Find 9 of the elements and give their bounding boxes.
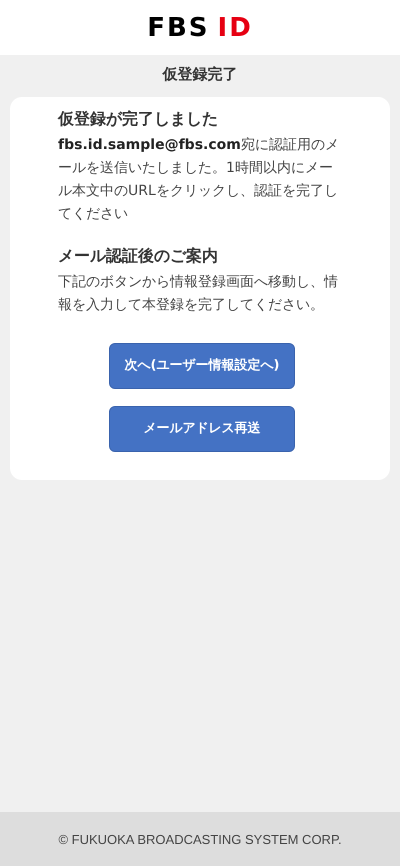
logo: FBS ID [147,12,253,42]
action-button[interactable]: 次へ(ユーザー情報設定へ) [109,343,295,389]
page-title: 仮登録完了 [161,64,238,85]
section-text: fbs.id.sample@fbs.com宛に認証用のメールを送信いたしました。1時間以内にメール本文中のURLをクリックし、認証を完了してください [58,136,340,224]
section-heading: 仮登録が完了しました [58,109,219,130]
action-button[interactable]: メールアドレス再送 [109,406,295,452]
section-text: 下記のボタンから情報登録画面へ移動し、情報を入力して本登録を完了してください。 [58,273,339,315]
section-heading: メール認証後のご案内 [58,246,219,267]
copyright-text: © FUKUOKA BROADCASTING SYSTEM CORP. [0,812,400,866]
